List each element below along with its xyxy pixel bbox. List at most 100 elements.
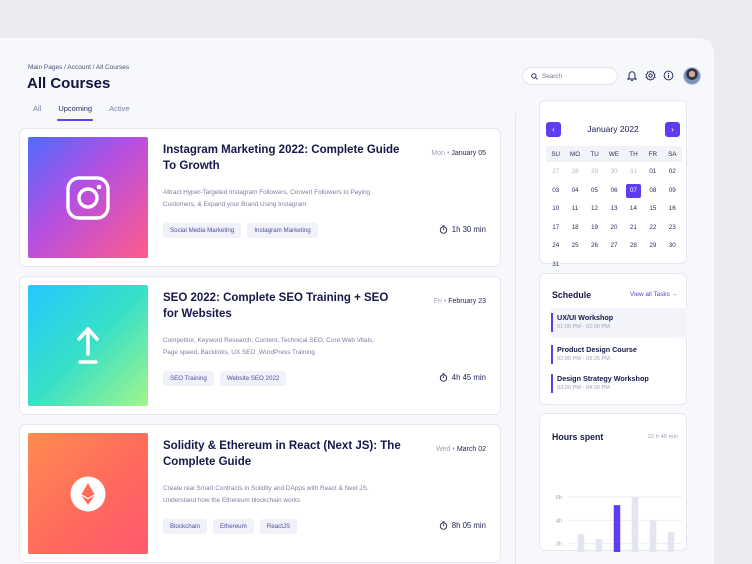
course-title[interactable]: Instagram Marketing 2022: Complete Guide… xyxy=(163,143,403,174)
calendar-day[interactable]: 28 xyxy=(568,165,583,179)
tag[interactable]: ReactJS xyxy=(259,519,298,534)
course-card-instagram[interactable]: Instagram Marketing 2022: Complete Guide… xyxy=(19,128,501,267)
calendar-day[interactable]: 24 xyxy=(548,239,563,253)
prev-month-button[interactable]: ‹ xyxy=(546,121,561,137)
calendar-day[interactable]: 04 xyxy=(568,184,583,198)
calendar-day[interactable]: 29 xyxy=(645,239,660,253)
calendar-day[interactable]: 02 xyxy=(665,165,680,179)
calendar-day[interactable]: 10 xyxy=(548,202,563,216)
calendar-day[interactable]: 05 xyxy=(587,184,602,198)
course-day: Fri xyxy=(433,298,442,305)
weekday-label: WE xyxy=(608,150,620,158)
tag[interactable]: Website SEO 2022 xyxy=(219,371,287,386)
chart-bar[interactable] xyxy=(595,539,603,552)
search-box[interactable] xyxy=(522,67,618,85)
course-tags: SEO Training Website SEO 2022 xyxy=(163,371,287,386)
page-title: All Courses xyxy=(27,75,111,92)
course-description: Create real Smart Contracts in Solidity … xyxy=(163,485,369,505)
course-description: Competitor, Keyword Research, Content, T… xyxy=(163,337,374,357)
calendar-day[interactable]: 18 xyxy=(568,221,583,235)
event-name: Design Strategy Workshop xyxy=(557,374,649,383)
calendar-day[interactable]: 30 xyxy=(665,239,680,253)
chart-ytick-label: 6h xyxy=(556,495,562,501)
course-date: Fri • February 23 xyxy=(433,298,486,305)
calendar-day[interactable]: 16 xyxy=(665,202,680,216)
schedule-event[interactable]: Design Strategy Workshop 03:00 PM - 04:0… xyxy=(551,369,687,399)
calendar-day[interactable]: 11 xyxy=(568,202,583,216)
calendar-day[interactable]: 03 xyxy=(548,184,563,198)
chart-bar[interactable] xyxy=(613,505,621,552)
duration-value: 4h 45 min xyxy=(451,373,486,382)
info-icon[interactable] xyxy=(662,69,674,81)
course-duration: 4h 45 min xyxy=(439,373,486,382)
chart-bar[interactable] xyxy=(577,534,585,552)
main-panel: Main Pages / Account / All Courses All C… xyxy=(0,38,714,564)
chart-bar[interactable] xyxy=(631,497,639,552)
weekday-label: SU xyxy=(551,150,561,158)
instagram-icon xyxy=(66,175,110,220)
calendar-day[interactable]: 27 xyxy=(606,239,621,253)
hours-chart: 02h4h6hSMTWTF xyxy=(556,495,682,552)
calendar-day[interactable]: 26 xyxy=(587,239,602,253)
tag[interactable]: Social Media Marketing xyxy=(163,223,242,238)
calendar-day[interactable]: 31 xyxy=(548,258,563,272)
tab-upcoming[interactable]: Upcoming xyxy=(57,104,93,121)
calendar-day[interactable]: 08 xyxy=(645,184,660,198)
duration-value: 8h 05 min xyxy=(451,521,486,530)
view-all-tasks-link[interactable]: View all Tasks → xyxy=(630,291,678,298)
calendar-day[interactable]: 22 xyxy=(645,221,660,235)
calendar-day[interactable]: 30 xyxy=(606,165,621,179)
tab-active[interactable]: Active xyxy=(109,104,129,121)
event-name: UX/UI Workshop xyxy=(557,313,614,322)
next-month-button[interactable]: › xyxy=(664,121,680,137)
schedule-event[interactable]: Product Design Course 02:00 PM - 03:25 P… xyxy=(551,340,687,370)
breadcrumb[interactable]: Main Pages / Account / All Courses xyxy=(28,64,129,71)
chart-ytick-label: 4h xyxy=(556,518,562,524)
calendar-day-selected[interactable]: 07 xyxy=(625,183,641,198)
calendar-day[interactable]: 31 xyxy=(626,165,641,179)
calendar-day[interactable]: 21 xyxy=(626,221,641,235)
calendar-day[interactable]: 20 xyxy=(606,221,621,235)
course-description: Attract Hyper-Targeted Instagram Followe… xyxy=(163,189,371,209)
course-title[interactable]: Solidity & Ethereum in React (Next JS): … xyxy=(163,439,403,470)
chart-bar[interactable] xyxy=(667,532,675,552)
calendar-day[interactable]: 28 xyxy=(626,239,641,253)
calendar-day[interactable]: 13 xyxy=(606,202,621,216)
weekday-label: MO xyxy=(570,150,581,158)
event-time: 02:00 PM - 03:25 PM xyxy=(557,356,610,362)
calendar-month: January 2022 xyxy=(587,124,639,134)
course-title[interactable]: SEO 2022: Complete SEO Training + SEO fo… xyxy=(163,291,403,322)
schedule-event[interactable]: UX/UI Workshop 01:00 PM - 02:00 PM xyxy=(551,308,687,338)
course-tags: Blockchain Ethereum ReactJS xyxy=(163,519,298,534)
course-date-value: March 02 xyxy=(456,446,486,453)
calendar-day[interactable]: 17 xyxy=(548,221,563,235)
calendar-day[interactable]: 25 xyxy=(568,239,583,253)
calendar-day[interactable]: 15 xyxy=(645,202,660,216)
calendar-day[interactable]: 23 xyxy=(665,221,680,235)
calendar-day[interactable]: 27 xyxy=(548,165,563,179)
course-card-seo[interactable]: SEO 2022: Complete SEO Training + SEO fo… xyxy=(19,276,501,415)
calendar-day[interactable]: 29 xyxy=(587,165,602,179)
gear-icon[interactable] xyxy=(644,69,656,81)
calendar-day[interactable]: 01 xyxy=(645,165,660,179)
calendar-day[interactable]: 09 xyxy=(665,184,680,198)
tag[interactable]: Blockchain xyxy=(163,519,207,534)
schedule-widget: Schedule View all Tasks → UX/UI Workshop… xyxy=(539,273,687,405)
calendar-day[interactable]: 19 xyxy=(587,221,602,235)
tag[interactable]: SEO Training xyxy=(163,371,214,386)
tag[interactable]: Ethereum xyxy=(212,519,254,534)
course-card-solidity[interactable]: Solidity & Ethereum in React (Next JS): … xyxy=(19,424,501,563)
search-input[interactable] xyxy=(542,72,612,80)
course-date-value: January 05 xyxy=(451,150,486,157)
tab-all[interactable]: All xyxy=(33,104,41,121)
avatar[interactable] xyxy=(683,67,701,85)
calendar-day[interactable]: 06 xyxy=(606,184,621,198)
course-duration: 8h 05 min xyxy=(439,521,486,530)
bell-icon[interactable] xyxy=(626,69,638,81)
calendar-day[interactable]: 14 xyxy=(626,202,641,216)
weekday-row: SU MO TU WE TH FR SA xyxy=(546,146,682,162)
calendar-day[interactable]: 12 xyxy=(587,202,602,216)
chart-bar[interactable] xyxy=(649,520,657,552)
course-thumbnail xyxy=(28,285,148,406)
tag[interactable]: Instagram Marketing xyxy=(247,223,318,238)
